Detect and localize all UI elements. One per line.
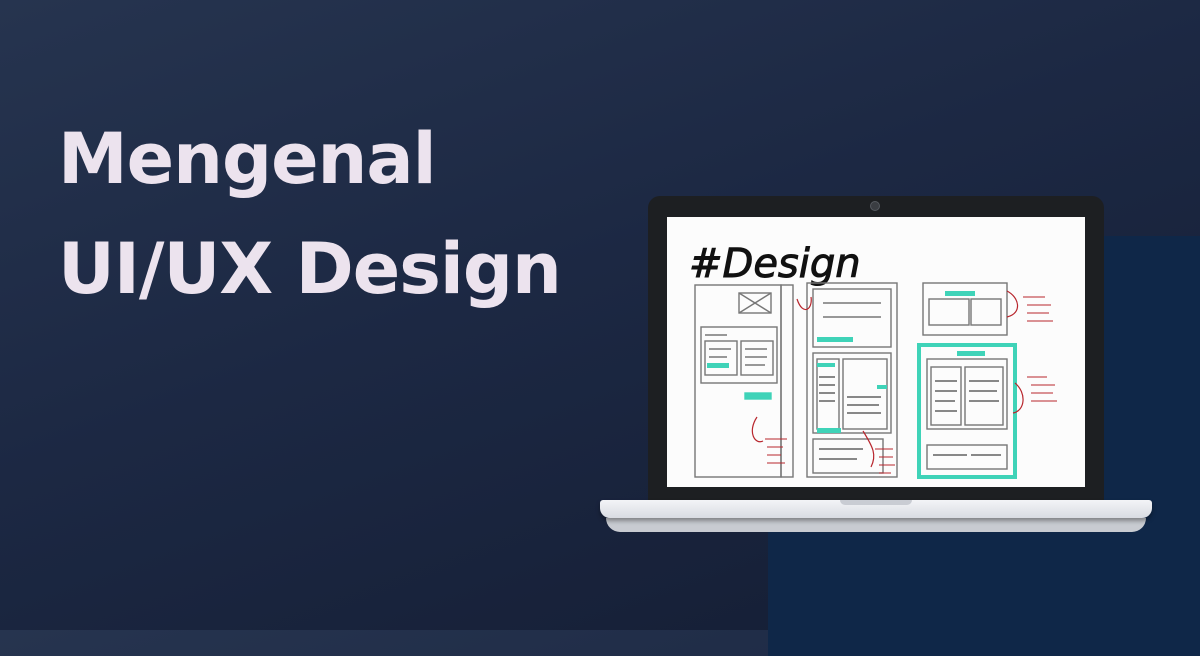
wireframe-column-2	[806, 282, 898, 478]
annotation-arrow	[751, 416, 764, 443]
teal-highlight	[817, 428, 841, 433]
annotation-arrow	[796, 296, 812, 311]
laptop-illustration: #Design	[600, 196, 1152, 538]
teal-frame	[917, 343, 1017, 479]
webcam-icon	[870, 201, 880, 211]
wireframe-column-3-detail	[926, 358, 1008, 470]
teal-highlight	[957, 351, 985, 356]
wireframe-sketch: #Design	[689, 241, 1057, 479]
teal-highlight	[817, 363, 835, 367]
laptop-notch	[840, 500, 912, 505]
annotation-arrow	[1006, 290, 1019, 318]
teal-highlight	[877, 385, 887, 389]
wireframe-column-1	[694, 284, 794, 478]
wireframe-column-3	[922, 282, 1008, 336]
laptop-screen: #Design	[667, 217, 1085, 487]
laptop-base	[600, 500, 1152, 518]
laptop-lid: #Design	[648, 196, 1104, 501]
title-line-2: UI/UX Design	[58, 228, 562, 310]
sketch-lines-3	[933, 380, 1001, 456]
laptop-base-shadow	[606, 518, 1146, 532]
page-title: Mengenal UI/UX Design	[58, 104, 562, 324]
teal-highlight	[817, 337, 853, 342]
sketch-title: #Design	[689, 241, 861, 287]
teal-highlight	[707, 363, 729, 368]
annotation-notes-3	[1023, 296, 1057, 402]
annotation-notes-2	[875, 448, 895, 474]
annotation-arrow	[862, 430, 875, 468]
annotation-notes-1	[765, 438, 787, 464]
teal-highlight	[945, 291, 975, 296]
title-line-1: Mengenal	[58, 118, 437, 200]
